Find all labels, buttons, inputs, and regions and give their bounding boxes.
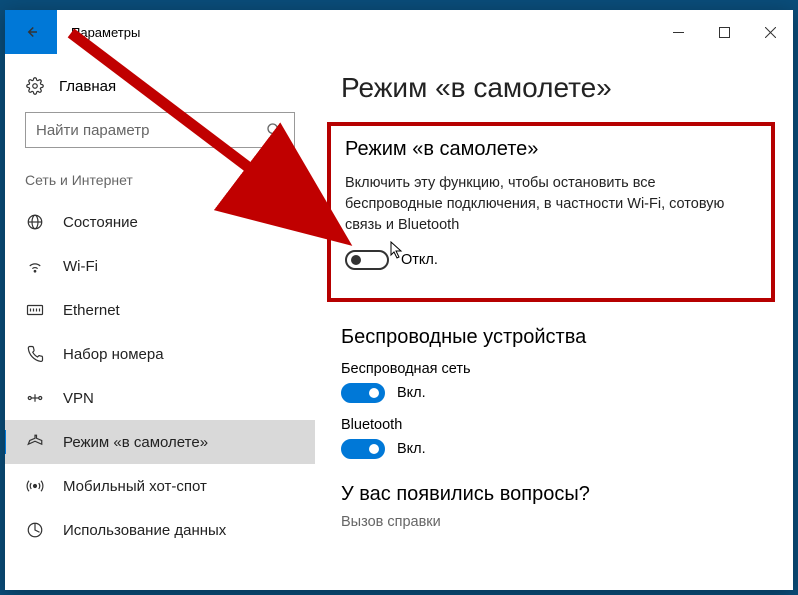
sidebar-item-label: Использование данных — [63, 522, 226, 539]
window-controls — [655, 10, 793, 54]
sidebar-item-vpn[interactable]: VPN — [5, 376, 315, 420]
sidebar-item-wifi[interactable]: Wi-Fi — [5, 244, 315, 288]
sidebar: Главная Найти параметр Сеть и Интернет С… — [5, 54, 315, 590]
sidebar-item-ethernet[interactable]: Ethernet — [5, 288, 315, 332]
maximize-button[interactable] — [701, 10, 747, 54]
wireless-devices-section: Беспроводные устройства Беспроводная сет… — [341, 326, 767, 459]
sidebar-item-label: Wi-Fi — [63, 258, 98, 275]
wifi-toggle-label: Беспроводная сеть — [341, 361, 767, 377]
page-heading: Режим «в самолете» — [341, 72, 767, 104]
airplane-mode-section: Режим «в самолете» Включить эту функцию,… — [327, 122, 775, 302]
content-area: Режим «в самолете» Режим «в самолете» Вк… — [315, 54, 793, 590]
bluetooth-toggle-row: Вкл. — [341, 439, 767, 459]
sidebar-item-label: VPN — [63, 390, 94, 407]
airplane-section-title: Режим «в самолете» — [345, 138, 757, 161]
airplane-toggle[interactable] — [345, 250, 389, 270]
data-usage-icon — [25, 520, 45, 540]
sidebar-item-label: Набор номера — [63, 346, 164, 363]
hotspot-icon — [25, 476, 45, 496]
wifi-toggle[interactable] — [341, 383, 385, 403]
airplane-icon — [25, 432, 45, 452]
body: Главная Найти параметр Сеть и Интернет С… — [5, 54, 793, 590]
search-placeholder: Найти параметр — [36, 122, 150, 139]
settings-window: Параметры Главная Найти параметр — [5, 10, 793, 590]
help-title: У вас появились вопросы? — [341, 483, 767, 506]
sidebar-section-label: Сеть и Интернет — [5, 166, 315, 200]
search-input[interactable]: Найти параметр — [25, 112, 295, 148]
minimize-button[interactable] — [655, 10, 701, 54]
sidebar-item-airplane-mode[interactable]: Режим «в самолете» — [5, 420, 315, 464]
wifi-icon — [25, 256, 45, 276]
ethernet-icon — [25, 300, 45, 320]
sidebar-item-label: Режим «в самолете» — [63, 434, 208, 451]
sidebar-item-label: Ethernet — [63, 302, 120, 319]
help-section: У вас появились вопросы? Вызов справки — [341, 483, 767, 530]
help-link[interactable]: Вызов справки — [341, 514, 767, 530]
bluetooth-toggle[interactable] — [341, 439, 385, 459]
titlebar: Параметры — [5, 10, 793, 54]
close-button[interactable] — [747, 10, 793, 54]
phone-icon — [25, 344, 45, 364]
wireless-section-title: Беспроводные устройства — [341, 326, 767, 349]
airplane-toggle-state: Откл. — [401, 252, 438, 268]
gear-icon — [25, 76, 45, 96]
window-title: Параметры — [57, 10, 655, 54]
sidebar-item-hotspot[interactable]: Мобильный хот-спот — [5, 464, 315, 508]
back-button[interactable] — [5, 10, 57, 54]
airplane-description: Включить эту функцию, чтобы остановить в… — [345, 173, 757, 236]
globe-icon — [25, 212, 45, 232]
home-link[interactable]: Главная — [5, 68, 315, 108]
home-label: Главная — [59, 78, 116, 95]
sidebar-item-label: Состояние — [63, 214, 138, 231]
bluetooth-toggle-label: Bluetooth — [341, 417, 767, 433]
search-icon — [264, 120, 284, 140]
bluetooth-toggle-state: Вкл. — [397, 441, 426, 457]
sidebar-item-data-usage[interactable]: Использование данных — [5, 508, 315, 552]
sidebar-item-label: Мобильный хот-спот — [63, 478, 207, 495]
arrow-left-icon — [21, 22, 41, 42]
airplane-toggle-row: Откл. — [345, 250, 757, 270]
wifi-toggle-row: Вкл. — [341, 383, 767, 403]
sidebar-item-status[interactable]: Состояние — [5, 200, 315, 244]
sidebar-item-dialup[interactable]: Набор номера — [5, 332, 315, 376]
vpn-icon — [25, 388, 45, 408]
wifi-toggle-state: Вкл. — [397, 385, 426, 401]
